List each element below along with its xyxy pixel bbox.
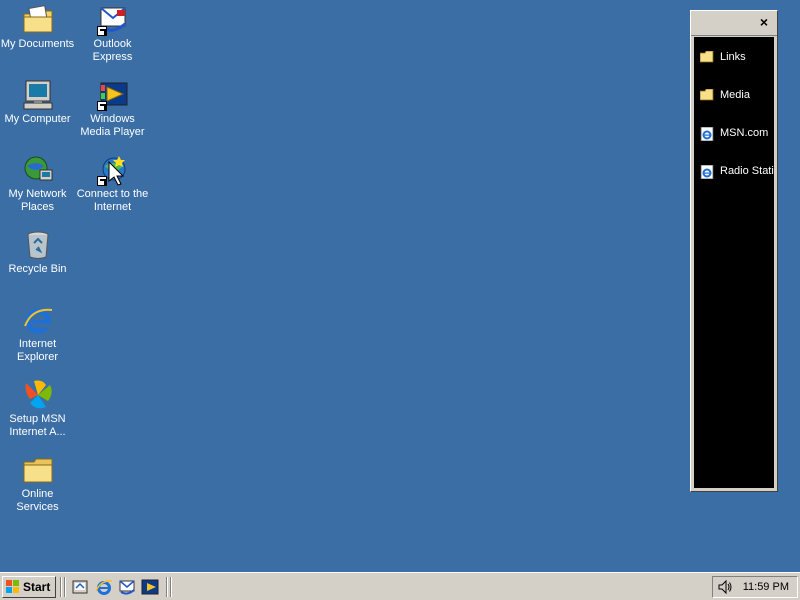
channel-item-radio[interactable]: Radio Statio xyxy=(700,163,774,179)
recycle-bin-icon xyxy=(22,229,54,261)
clock[interactable]: 11:59 PM xyxy=(743,577,789,597)
outlook-express-icon xyxy=(96,4,129,36)
channel-item-label: MSN.com xyxy=(720,127,769,139)
taskbar-separator[interactable] xyxy=(170,577,172,597)
channel-item-label: Links xyxy=(720,51,746,63)
channel-list: Links Media MSN.com Radio Statio xyxy=(694,37,774,488)
folder-icon xyxy=(700,50,714,63)
desktop-icon-label: Outlook Express xyxy=(92,38,133,63)
ie-page-icon xyxy=(700,126,714,141)
windows-media-player-icon xyxy=(96,79,129,111)
msn-setup-icon xyxy=(22,379,54,411)
shortcut-arrow-icon xyxy=(96,101,107,111)
start-label: Start xyxy=(23,580,51,594)
channel-item-msn[interactable]: MSN.com xyxy=(700,125,774,141)
my-documents-icon xyxy=(22,4,54,36)
my-computer-icon xyxy=(22,79,54,111)
close-icon[interactable]: × xyxy=(757,15,771,29)
channel-bar-header[interactable]: × xyxy=(691,11,777,36)
system-tray: 11:59 PM xyxy=(712,576,798,598)
taskbar-separator xyxy=(166,577,168,597)
desktop-icon-my-computer[interactable]: My Computer xyxy=(0,79,75,126)
desktop-icon-outlook-express[interactable]: Outlook Express xyxy=(75,4,150,64)
desktop-icon-network-places[interactable]: My Network Places xyxy=(0,154,75,214)
desktop-icon-label: My Network Places xyxy=(8,188,67,213)
internet-explorer-icon xyxy=(22,304,54,336)
network-places-icon xyxy=(22,154,54,186)
channel-item-label: Radio Statio xyxy=(720,165,774,177)
desktop-icon-label: Internet Explorer xyxy=(17,338,58,363)
taskbar-separator xyxy=(60,577,62,597)
ie-page-icon xyxy=(700,164,714,179)
desktop[interactable]: My Documents Outlook Express My Computer xyxy=(0,0,800,572)
volume-icon[interactable] xyxy=(717,579,733,595)
desktop-icon-connect-internet[interactable]: Connect to the Internet xyxy=(75,154,150,214)
internet-explorer-icon[interactable] xyxy=(95,578,113,596)
channel-item-links[interactable]: Links xyxy=(700,49,774,65)
outlook-express-icon[interactable] xyxy=(118,578,136,596)
folder-icon xyxy=(700,88,714,101)
desktop-icon-recycle-bin[interactable]: Recycle Bin xyxy=(0,229,75,276)
desktop-icon-label: My Computer xyxy=(4,113,71,125)
folder-icon xyxy=(22,454,54,486)
shortcut-arrow-icon xyxy=(96,176,107,186)
taskbar-separator[interactable] xyxy=(64,577,66,597)
desktop-icon-label: Windows Media Player xyxy=(80,113,145,138)
channel-bar[interactable]: × Links Media MSN.com Radio Statio xyxy=(690,10,778,492)
show-desktop-icon[interactable] xyxy=(71,578,89,596)
start-button[interactable]: Start xyxy=(2,576,56,598)
channel-item-media[interactable]: Media xyxy=(700,87,774,103)
desktop-icon-label: Recycle Bin xyxy=(8,263,67,275)
windows-logo-icon xyxy=(6,580,20,594)
desktop-icon-msn-setup[interactable]: Setup MSN Internet A... xyxy=(0,379,75,439)
desktop-icon-label: Online Services xyxy=(16,488,59,513)
desktop-icon-online-services[interactable]: Online Services xyxy=(0,454,75,514)
desktop-icon-label: Connect to the Internet xyxy=(76,188,149,213)
shortcut-arrow-icon xyxy=(96,26,107,36)
desktop-icon-label: My Documents xyxy=(0,38,75,50)
desktop-icon-label: Setup MSN Internet A... xyxy=(9,413,66,438)
channel-item-label: Media xyxy=(720,89,750,101)
desktop-icon-windows-media-player[interactable]: Windows Media Player xyxy=(75,79,150,139)
connect-internet-icon xyxy=(96,154,129,186)
taskbar: Start 11:59 PM xyxy=(0,572,800,600)
desktop-icon-my-documents[interactable]: My Documents xyxy=(0,4,75,51)
desktop-icon-internet-explorer[interactable]: Internet Explorer xyxy=(0,304,75,364)
windows-media-player-icon[interactable] xyxy=(141,578,159,596)
